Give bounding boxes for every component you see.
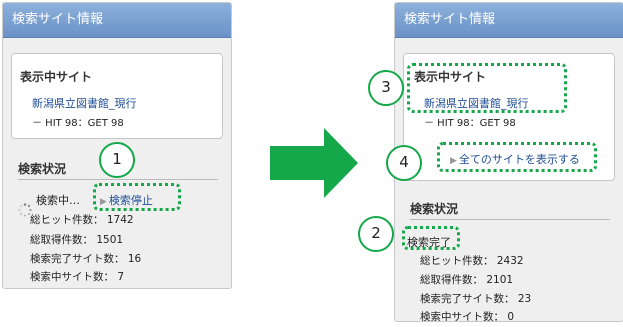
section-divider (410, 219, 610, 220)
total-hits-stat: 総ヒット件数： 1742 (30, 214, 134, 226)
total-fetched-stat: 総取得件数： 2101 (420, 274, 514, 286)
callout-2: 2 (358, 216, 394, 252)
highlight-search-complete (402, 226, 460, 250)
completed-sites-stat: 検索完了サイト数： 16 (30, 253, 142, 265)
current-site-stats: － HIT 98：GET 98 (424, 118, 516, 129)
searching-sites-stat: 検索中サイト数： 7 (30, 271, 125, 283)
total-hits-stat: 総ヒット件数： 2432 (420, 255, 524, 267)
current-site-card: 表示中サイト 新潟県立図書館_現行 － HIT 98：GET 98 (11, 53, 223, 139)
total-fetched-stat: 総取得件数： 1501 (30, 234, 124, 246)
search-status-title: 検索状況 (410, 202, 459, 216)
section-divider (18, 179, 218, 180)
panel-header-title: 検索サイト情報 (3, 3, 231, 38)
searching-sites-stat: 検索中サイト数： 0 (420, 311, 515, 322)
callout-3: 3 (368, 70, 404, 106)
highlight-current-site (407, 63, 567, 113)
current-site-title: 表示中サイト (20, 70, 93, 84)
searching-label: 検索中… (36, 194, 80, 207)
search-status-title: 検索状況 (18, 162, 67, 176)
callout-4: 4 (386, 145, 422, 181)
completed-sites-stat: 検索完了サイト数： 23 (420, 293, 532, 305)
right-arrow-icon (270, 128, 358, 198)
current-site-stats: － HIT 98：GET 98 (32, 118, 124, 129)
highlight-stop-button (93, 183, 181, 211)
callout-1: 1 (99, 142, 135, 178)
current-site-link[interactable]: 新潟県立図書館_現行 (32, 95, 137, 111)
panel-header-title: 検索サイト情報 (395, 3, 623, 38)
highlight-show-all-button (437, 142, 597, 172)
